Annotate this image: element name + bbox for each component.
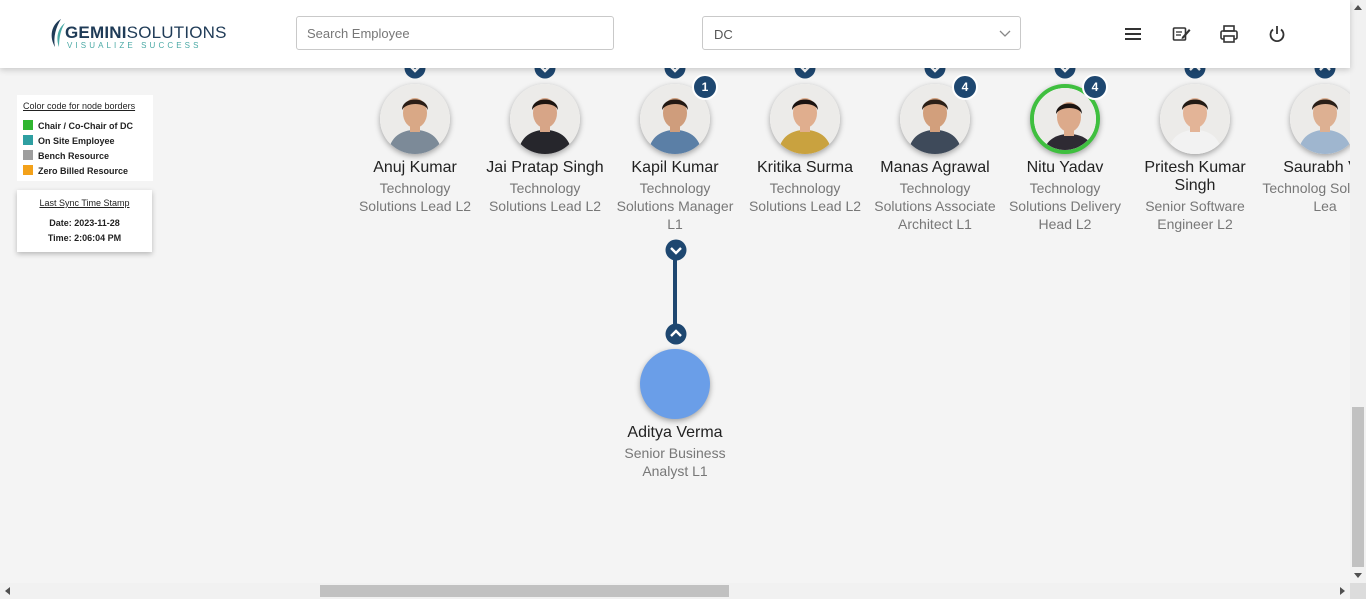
direct-reports-badge[interactable]: 1 [692, 74, 718, 100]
vertical-scroll-thumb[interactable] [1352, 407, 1364, 567]
department-select-value: DC [714, 27, 733, 42]
sync-date: Date: 2023-11-28 [49, 218, 120, 228]
employee-title: Technology Solutions Associate Architect… [874, 180, 996, 232]
employee-name: Kapil Kumar [631, 159, 719, 176]
legend-swatch [23, 120, 33, 130]
top-header: GEMINISOLUTIONS VISUALIZE SUCCESS DC [0, 0, 1350, 68]
direct-reports-badge[interactable]: 4 [1082, 74, 1108, 100]
employee-avatar [380, 84, 450, 154]
direct-reports-badge[interactable]: 4 [952, 74, 978, 100]
sync-time: Time: 2:06:04 PM [47, 233, 122, 243]
scroll-down-arrow-icon[interactable] [1353, 570, 1363, 580]
legend-swatch [23, 150, 33, 160]
logo-wordmark: GEMINISOLUTIONS [65, 23, 227, 42]
menu-icon[interactable] [1123, 24, 1143, 44]
node-border-legend: Color code for node borders Chair / Co-C… [17, 95, 153, 181]
search-employee-input[interactable] [296, 16, 614, 50]
employee-name: Kritika Surma [756, 159, 854, 176]
employee-title: Technology Solutions Lead L2 [488, 180, 602, 214]
employee-avatar [510, 84, 580, 154]
avatar-placeholder [640, 349, 710, 419]
logo-leaf-icon [51, 19, 65, 47]
scroll-right-arrow-icon[interactable] [1337, 586, 1347, 596]
legend-swatch [23, 165, 33, 175]
employee-title: Technology Solutions Delivery Head L2 [1008, 180, 1122, 232]
legend-label: On Site Employee [38, 136, 115, 146]
employee-name: Aditya Verma [627, 424, 723, 441]
legend-label: Bench Resource [38, 151, 110, 161]
employee-title: Senior Business Analyst L1 [624, 445, 726, 479]
power-icon[interactable] [1267, 24, 1287, 44]
employee-title: Technology Solutions Manager L1 [616, 180, 734, 232]
employee-name: Manas Agrawal [880, 159, 990, 176]
last-sync-panel: Last Sync Time Stamp Date: 2023-11-28 Ti… [17, 190, 152, 252]
collapse-toggle-icon[interactable] [665, 239, 687, 261]
scroll-up-arrow-icon[interactable] [1353, 3, 1363, 13]
print-icon[interactable] [1219, 24, 1239, 44]
employee-name: Nitu Yadav [1026, 159, 1104, 176]
legend-label: Chair / Co-Chair of DC [38, 121, 134, 131]
logo-tagline: VISUALIZE SUCCESS [67, 41, 202, 50]
employee-name: Pritesh Kumar Singh [1144, 159, 1246, 194]
employee-name: Jai Pratap Singh [486, 159, 604, 176]
employee-name: Anuj Kumar [373, 159, 457, 176]
company-logo[interactable]: GEMINISOLUTIONS VISUALIZE SUCCESS [47, 17, 227, 51]
legend-swatch [23, 135, 33, 145]
legend-label: Zero Billed Resource [38, 166, 129, 176]
department-select[interactable]: DC [702, 16, 1021, 50]
scroll-corner [1350, 583, 1366, 599]
horizontal-scroll-thumb[interactable] [320, 585, 729, 597]
employee-title: Senior Software Engineer L2 [1145, 198, 1245, 232]
employee-title: Technology Solutions Lead L2 [748, 180, 862, 214]
tree-connector-line [673, 259, 677, 326]
employee-avatar [770, 84, 840, 154]
employee-avatar [1160, 84, 1230, 154]
expand-up-toggle-icon[interactable] [665, 323, 687, 345]
chevron-down-icon [999, 30, 1011, 37]
employee-title: Technology Solutions Lead L2 [358, 180, 472, 214]
legend-title: Color code for node borders [23, 101, 136, 111]
notes-icon[interactable] [1171, 24, 1191, 44]
sync-title: Last Sync Time Stamp [39, 198, 130, 208]
scroll-left-arrow-icon[interactable] [3, 586, 13, 596]
